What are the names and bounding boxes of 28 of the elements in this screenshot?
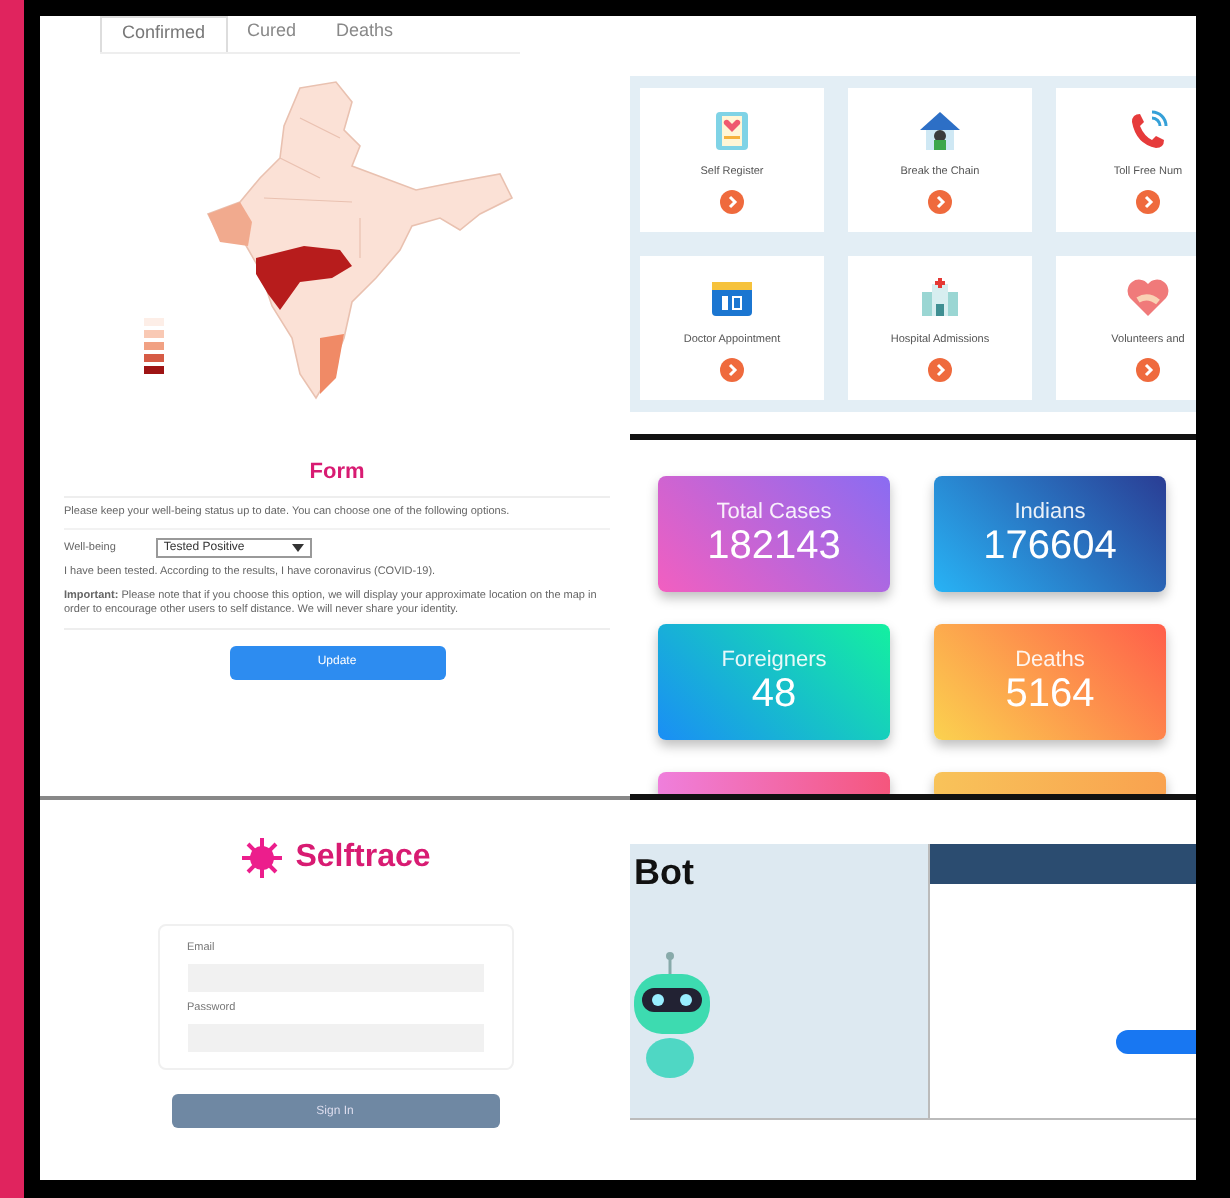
stat-value: 48 [751, 671, 797, 717]
chatbot-title: Bot [634, 852, 696, 894]
stat-label: Foreigners [721, 647, 827, 671]
stat-value: 182143 [707, 523, 841, 569]
house-icon [916, 106, 964, 154]
heart-icon [1124, 274, 1172, 322]
arrow-button-icon[interactable] [928, 358, 952, 382]
arrow-button-icon[interactable] [720, 190, 744, 214]
stat-label: Indians [1014, 499, 1086, 523]
stat-label: Total Cases [716, 499, 832, 523]
form-title: Form [64, 460, 610, 498]
stat-label: Deaths [1015, 647, 1085, 671]
hospital-icon [916, 274, 964, 322]
tab[interactable]: Deaths [316, 16, 414, 52]
caret-icon [291, 544, 304, 553]
map-legend [144, 318, 164, 374]
chat-button[interactable] [1116, 1030, 1196, 1054]
stat-value: 176604 [983, 523, 1117, 569]
arrow-button-icon[interactable] [1136, 358, 1160, 382]
arrow-button-icon[interactable] [928, 190, 952, 214]
arrow-button-icon[interactable] [720, 358, 744, 382]
tab[interactable]: Confirmed [100, 16, 228, 52]
tab[interactable]: Cured [227, 16, 317, 52]
robot-drawing [630, 950, 714, 1082]
virus-logo-icon [239, 836, 284, 880]
arrow-button-icon[interactable] [1136, 190, 1160, 214]
stat-value: 5164 [1005, 671, 1095, 717]
brand-name: Selftrace [295, 840, 431, 876]
